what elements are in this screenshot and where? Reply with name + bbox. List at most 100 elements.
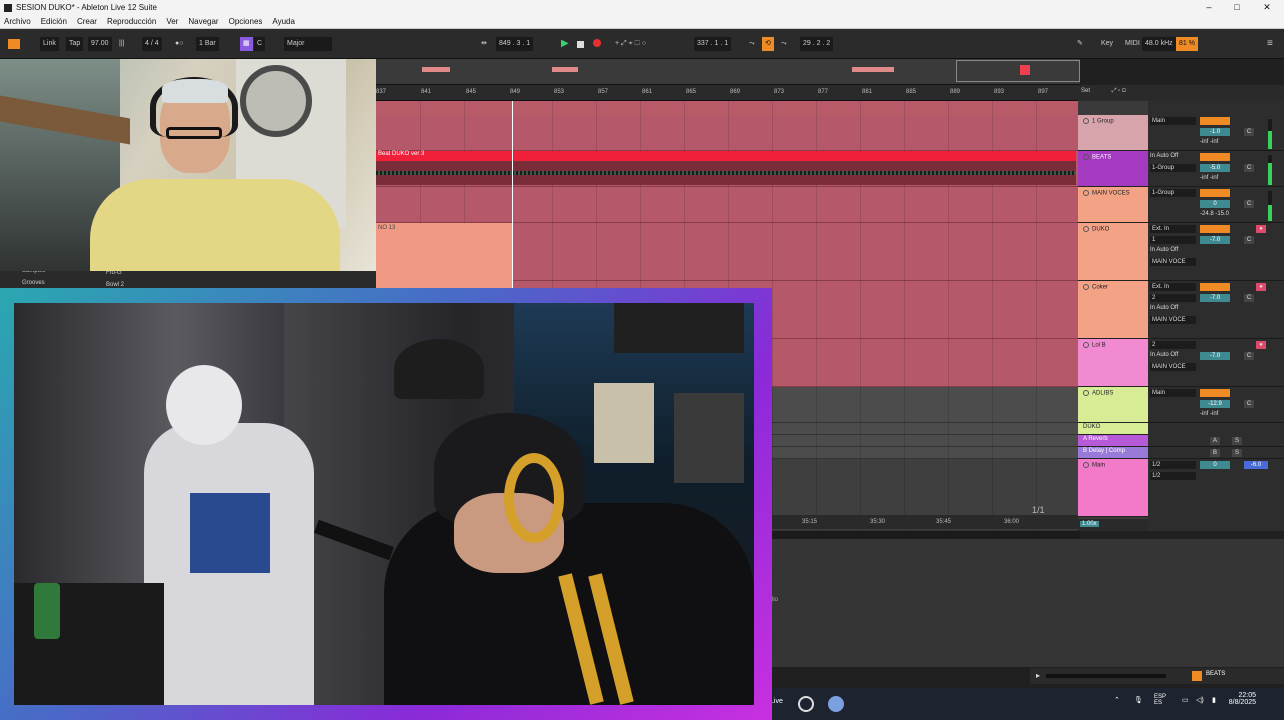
link-button[interactable]: Link (40, 37, 59, 51)
arm-button[interactable]: ● (1256, 341, 1266, 349)
track-header[interactable]: DUKO (1078, 223, 1148, 281)
follow-icon[interactable]: ●○ (172, 37, 186, 51)
volume-field[interactable]: -7.0 (1200, 294, 1230, 302)
menu-ver[interactable]: Ver (166, 17, 178, 26)
browser-toggle-icon[interactable] (8, 39, 20, 49)
output-routing[interactable]: 1-Group (1150, 164, 1196, 172)
network-icon[interactable]: ▭ (1182, 696, 1189, 704)
overdub-icons[interactable]: + ⤢ ⌖ ⬚ ○ (612, 37, 649, 51)
cue-volume[interactable]: -6.0 (1244, 461, 1268, 469)
output-routing[interactable]: MAIN VOCE (1150, 363, 1196, 371)
tray-up-icon[interactable]: ⌃ (1114, 696, 1120, 704)
volume-field[interactable]: 0 (1200, 461, 1230, 469)
battery-icon[interactable]: ▮ (1212, 696, 1216, 704)
play-button[interactable]: ▶ (558, 37, 572, 51)
microphone-icon[interactable]: 🎙︎ (1134, 696, 1143, 704)
output-routing[interactable]: Main (1150, 389, 1196, 397)
volume-field[interactable]: 0 (1200, 200, 1230, 208)
volume-icon[interactable]: ◁) (1196, 696, 1204, 704)
vocal-audio-clip[interactable]: NO 13 (376, 223, 512, 289)
overview-viewport[interactable] (956, 60, 1080, 82)
midi-map-button[interactable]: MIDI (1122, 37, 1143, 51)
arm-button[interactable]: ● (1256, 225, 1266, 233)
fold-icon[interactable] (1083, 284, 1089, 290)
monitor-select[interactable]: In Auto Off (1150, 153, 1178, 159)
loop-toggle-icon[interactable]: ⟲ (762, 37, 774, 51)
zoom-display[interactable]: 1.00x (1080, 521, 1099, 527)
menu-reproduccion[interactable]: Reproducción (107, 17, 156, 26)
quantize-select[interactable]: 1 Bar (196, 37, 219, 51)
solo-button[interactable]: S (1232, 437, 1242, 445)
fold-icon[interactable] (1083, 154, 1089, 160)
track-header[interactable]: BEATS (1078, 151, 1148, 187)
fold-icon[interactable] (1083, 226, 1089, 232)
close-button[interactable]: ✕ (1252, 0, 1282, 15)
input-channel[interactable]: 2 (1150, 294, 1196, 302)
pan-field[interactable]: C (1244, 236, 1254, 244)
track-header[interactable]: 1 Group (1078, 115, 1148, 151)
track-header[interactable]: Coker (1078, 281, 1148, 339)
hamburger-icon[interactable]: ≡ (1264, 37, 1276, 51)
track-header[interactable]: ADLIBS (1078, 387, 1148, 423)
settings-app-icon[interactable] (828, 696, 844, 712)
track-header[interactable]: A Reverb (1078, 435, 1148, 447)
clock[interactable]: 22:05 8/8/2025 (1222, 692, 1256, 706)
play-small-icon[interactable]: ▸ (1036, 671, 1040, 680)
menu-crear[interactable]: Crear (77, 17, 97, 26)
fold-icon[interactable] (1083, 118, 1089, 124)
pan-field[interactable]: C (1244, 352, 1254, 360)
pan-field[interactable]: C (1244, 400, 1254, 408)
volume-field[interactable]: -5.0 (1200, 164, 1230, 172)
record-button[interactable] (590, 39, 604, 53)
loop-start[interactable]: 337 . 1 . 1 (694, 37, 732, 51)
send-values[interactable]: -inf -inf (1200, 139, 1218, 145)
track-activator[interactable] (1200, 189, 1230, 197)
main-output[interactable]: 1/2 (1150, 472, 1196, 480)
main-input[interactable]: 1/2 (1150, 461, 1196, 469)
volume-field[interactable]: -7.0 (1200, 352, 1230, 360)
send-values[interactable]: -inf -inf (1200, 411, 1218, 417)
draw-mode-icon[interactable]: ✎ (1074, 37, 1086, 51)
track-header[interactable]: B Delay | Comp (1078, 447, 1148, 459)
output-routing[interactable]: MAIN VOCE (1150, 258, 1196, 266)
input-type[interactable]: Ext. In (1150, 283, 1196, 291)
arm-button[interactable]: ● (1256, 283, 1266, 291)
send-values[interactable]: -inf -inf (1200, 175, 1218, 181)
tap-button[interactable]: Tap (66, 37, 84, 51)
chrome-icon[interactable] (798, 696, 814, 712)
time-signature[interactable]: 4 / 4 (142, 37, 162, 51)
monitor-select[interactable]: In Auto Off (1150, 247, 1178, 253)
key-map-button[interactable]: Key (1098, 37, 1116, 51)
punch-in-icon[interactable]: ⤳ (746, 37, 758, 51)
track-activator[interactable] (1200, 153, 1230, 161)
song-position[interactable]: 849 . 3 . 1 (496, 37, 534, 51)
output-routing[interactable]: Main (1150, 117, 1196, 125)
fold-icon[interactable] (1083, 342, 1089, 348)
browser-grooves[interactable]: Grooves (22, 280, 45, 286)
menu-navegar[interactable]: Navegar (188, 17, 218, 26)
loop-length[interactable]: 29 . 2 . 2 (800, 37, 834, 51)
track-activator[interactable] (1200, 283, 1230, 291)
arrangement-overview[interactable] (376, 59, 1080, 85)
output-routing[interactable]: MAIN VOCE (1150, 316, 1196, 324)
beat-clip-waveform[interactable] (376, 161, 1076, 185)
tempo-field[interactable]: 97.00 (88, 37, 112, 51)
pan-field[interactable]: C (1244, 200, 1254, 208)
track-header[interactable]: DUKO (1078, 423, 1148, 435)
fold-icon[interactable] (1083, 462, 1089, 468)
input-channel[interactable]: 2 (1150, 341, 1196, 349)
track-header[interactable]: MAIN VOCES (1078, 187, 1148, 223)
pan-field[interactable]: C (1244, 128, 1254, 136)
monitor-select[interactable]: In Auto Off (1150, 352, 1178, 358)
menu-edicion[interactable]: Edición (41, 17, 67, 26)
scale-select[interactable]: Major (284, 37, 332, 51)
menu-ayuda[interactable]: Ayuda (272, 17, 295, 26)
volume-field[interactable]: -1.0 (1200, 128, 1230, 136)
punch-out-icon[interactable]: ⤳ (778, 37, 790, 51)
beat-clip-header[interactable]: Beat DUKO ver 3 (376, 151, 1076, 161)
scale-toggle-icon[interactable]: ▦ (240, 37, 253, 51)
fold-icon[interactable] (1083, 390, 1089, 396)
input-type[interactable]: Ext. In (1150, 225, 1196, 233)
track-activator[interactable] (1200, 117, 1230, 125)
stop-button[interactable] (574, 40, 587, 54)
